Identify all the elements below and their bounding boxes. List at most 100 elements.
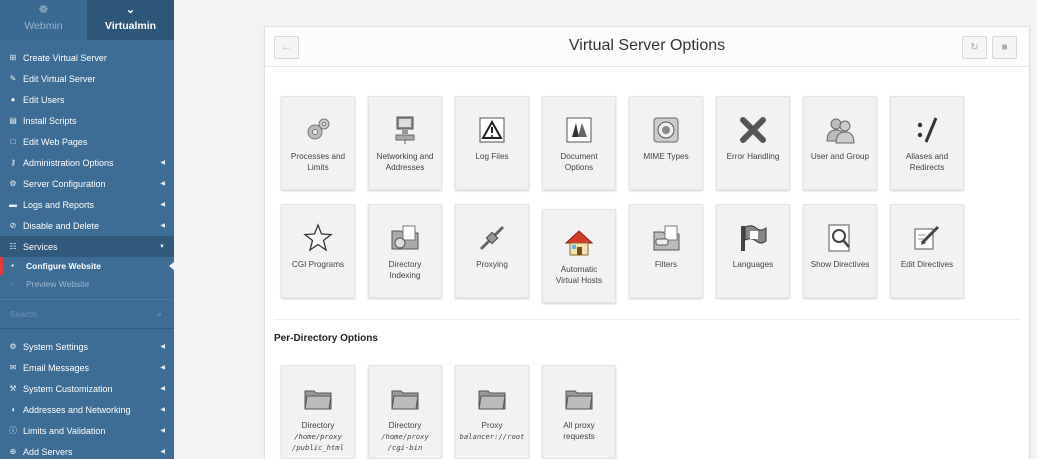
sidebar-item-email-messages[interactable]: ✉ Email Messages ◀ bbox=[0, 357, 174, 378]
sidebar-item-services[interactable]: ☷ Services ▼ bbox=[0, 236, 174, 257]
caret-left-icon: ◀ bbox=[160, 365, 165, 371]
module-config-button[interactable]: ■ bbox=[992, 36, 1017, 59]
shield-icon: ◖ bbox=[10, 405, 16, 414]
main-panel: ← Virtual Server Options ↻ ■ Processes a… bbox=[264, 26, 1030, 459]
house-icon bbox=[564, 228, 594, 258]
tile-label: All proxy requests bbox=[563, 421, 595, 441]
tile-proxying[interactable]: Proxying bbox=[455, 204, 529, 298]
script-icon: ▤ bbox=[9, 116, 17, 125]
tile-document-options[interactable]: Document Options bbox=[542, 96, 616, 190]
tile-directory-indexing[interactable]: Directory Indexing bbox=[368, 204, 442, 298]
tile-path: /home/proxy/public_html bbox=[292, 432, 344, 452]
sidebar-item-logs-and-reports[interactable]: ▬ Logs and Reports ◀ bbox=[0, 194, 174, 215]
sidebar-item-label: Addresses and Networking bbox=[23, 404, 131, 415]
sidebar: ❁ Webmin ⌄ Virtualmin ⊞ Create Virtual S… bbox=[0, 0, 174, 459]
sidebar-tabs: ❁ Webmin ⌄ Virtualmin bbox=[0, 0, 174, 40]
tile-networking-and-addresses[interactable]: Networking and Addresses bbox=[368, 96, 442, 190]
tile-mime-types[interactable]: MIME Types bbox=[629, 96, 703, 190]
tile-directory-public-html[interactable]: Directory /home/proxy/public_html bbox=[281, 365, 355, 459]
bullet-icon: ○ bbox=[11, 281, 15, 287]
webmin-logo-icon: ❁ bbox=[38, 4, 49, 16]
sidebar-item-edit-web-pages[interactable]: □ Edit Web Pages bbox=[0, 131, 174, 152]
sidebar-item-label: Install Scripts bbox=[23, 115, 77, 126]
tile-proxy-balancer[interactable]: Proxy balancer://root bbox=[455, 365, 529, 459]
sidebar-item-system-settings[interactable]: ⚙ System Settings ◀ bbox=[0, 336, 174, 357]
sidebar-item-label: Disable and Delete bbox=[23, 220, 100, 231]
page-title: Virtual Server Options bbox=[568, 37, 726, 54]
proxy-plug-icon bbox=[477, 223, 507, 253]
tile-processes-and-limits[interactable]: Processes and Limits bbox=[281, 96, 355, 190]
sidebar-item-label: Email Messages bbox=[23, 362, 90, 373]
refresh-icon: ↻ bbox=[970, 42, 979, 53]
search-input[interactable]: Search bbox=[10, 309, 37, 319]
sidebar-item-label: Administration Options bbox=[23, 157, 114, 168]
sidebar-item-label: System Settings bbox=[23, 341, 89, 352]
edit-doc-icon bbox=[912, 223, 942, 253]
filter-folder-icon bbox=[651, 223, 681, 253]
plus-square-icon: ⊞ bbox=[9, 53, 17, 62]
sidebar-subitem-preview-website[interactable]: ○ Preview Website bbox=[0, 275, 174, 293]
panel-header: ← Virtual Server Options ↻ ■ bbox=[265, 27, 1029, 67]
caret-left-icon: ◀ bbox=[160, 449, 165, 455]
edit-icon: ✎ bbox=[9, 74, 17, 83]
tile-languages[interactable]: Languages bbox=[716, 204, 790, 298]
star-icon bbox=[303, 223, 333, 253]
sidebar-item-create-virtual-server[interactable]: ⊞ Create Virtual Server bbox=[0, 47, 174, 68]
tile-automatic-virtual-hosts[interactable]: Automatic Virtual Hosts bbox=[542, 209, 616, 303]
sidebar-item-label: Edit Virtual Server bbox=[23, 73, 96, 84]
tile-filters[interactable]: Filters bbox=[629, 204, 703, 298]
sidebar-menu-secondary: ⚙ System Settings ◀ ✉ Email Messages ◀ ⚒… bbox=[0, 329, 174, 459]
sidebar-item-limits-and-validation[interactable]: ⓘ Limits and Validation ◀ bbox=[0, 420, 174, 441]
tab-virtualmin-label: Virtualmin bbox=[104, 20, 157, 32]
tile-edit-directives[interactable]: Edit Directives bbox=[890, 204, 964, 298]
tab-virtualmin[interactable]: ⌄ Virtualmin bbox=[87, 0, 174, 40]
aliases-icon bbox=[912, 115, 942, 145]
tile-user-and-group[interactable]: User and Group bbox=[803, 96, 877, 190]
tile-path: /home/proxy/cgi-bin bbox=[381, 432, 429, 452]
sidebar-item-add-servers[interactable]: ⊕ Add Servers ◀ bbox=[0, 441, 174, 459]
caret-left-icon: ◀ bbox=[160, 202, 165, 208]
tile-label: Proxying bbox=[476, 260, 508, 269]
tile-directory-cgi-bin[interactable]: Directory /home/proxy/cgi-bin bbox=[368, 365, 442, 459]
file-icon: □ bbox=[10, 137, 16, 146]
tile-log-files[interactable]: Log Files bbox=[455, 96, 529, 190]
tile-cgi-programs[interactable]: CGI Programs bbox=[281, 204, 355, 298]
error-x-icon bbox=[738, 115, 768, 145]
wrench-icon: ⚒ bbox=[9, 384, 17, 393]
sidebar-item-system-customization[interactable]: ⚒ System Customization ◀ bbox=[0, 378, 174, 399]
sidebar-item-addresses-and-networking[interactable]: ◖ Addresses and Networking ◀ bbox=[0, 399, 174, 420]
sidebar-item-label: Add Servers bbox=[23, 446, 73, 457]
tile-error-handling[interactable]: Error Handling bbox=[716, 96, 790, 190]
sidebar-item-edit-virtual-server[interactable]: ✎ Edit Virtual Server bbox=[0, 68, 174, 89]
sidebar-search[interactable]: Search ⌕ bbox=[0, 299, 174, 329]
plus-circle-icon: ⊕ bbox=[9, 447, 17, 456]
sidebar-item-install-scripts[interactable]: ▤ Install Scripts bbox=[0, 110, 174, 131]
user-group-icon bbox=[825, 115, 855, 145]
tile-all-proxy-requests[interactable]: All proxy requests bbox=[542, 365, 616, 459]
config-square-icon: ■ bbox=[1001, 42, 1008, 53]
tile-label: Directory bbox=[388, 421, 422, 430]
tile-label: Automatic Virtual Hosts bbox=[555, 265, 603, 285]
tile-aliases-and-redirects[interactable]: Aliases and Redirects bbox=[890, 96, 964, 190]
tile-label: Directory bbox=[301, 421, 335, 430]
sidebar-subitem-configure-website[interactable]: ● Configure Website bbox=[0, 257, 174, 275]
refresh-button[interactable]: ↻ bbox=[962, 36, 987, 59]
sidebar-item-disable-and-delete[interactable]: ⊘ Disable and Delete ◀ bbox=[0, 215, 174, 236]
caret-left-icon: ◀ bbox=[160, 428, 165, 434]
tile-show-directives[interactable]: Show Directives bbox=[803, 204, 877, 298]
sitemap-icon: ☷ bbox=[9, 242, 17, 251]
document-icon bbox=[564, 115, 594, 145]
sidebar-item-edit-users[interactable]: ● Edit Users bbox=[0, 89, 174, 110]
cogs-icon: ⚙ bbox=[9, 179, 17, 188]
sidebar-item-administration-options[interactable]: ⚷ Administration Options ◀ bbox=[0, 152, 174, 173]
sidebar-item-server-configuration[interactable]: ⚙ Server Configuration ◀ bbox=[0, 173, 174, 194]
caret-left-icon: ◀ bbox=[160, 223, 165, 229]
magnifier-doc-icon bbox=[825, 223, 855, 253]
tab-webmin[interactable]: ❁ Webmin bbox=[0, 0, 87, 40]
folder-icon bbox=[564, 384, 594, 414]
users-icon: ● bbox=[10, 95, 16, 104]
sidebar-subitem-label: Configure Website bbox=[26, 261, 101, 271]
caret-left-icon: ◀ bbox=[160, 181, 165, 187]
tile-label: User and Group bbox=[810, 152, 870, 161]
network-computer-icon bbox=[390, 115, 420, 145]
